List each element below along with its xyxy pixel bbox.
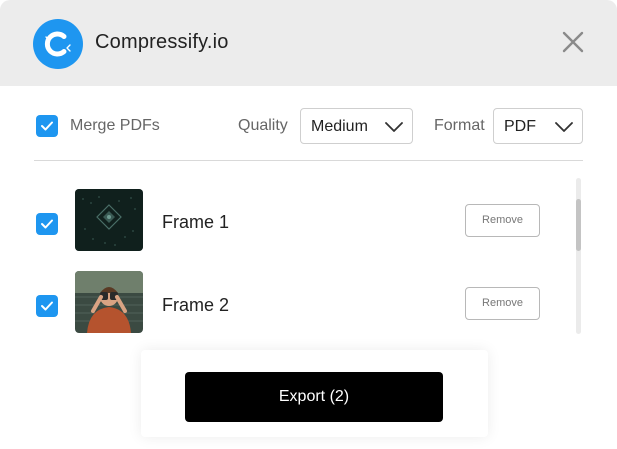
file-row: Frame 1 Remove <box>0 185 600 255</box>
file-name: Frame 1 <box>162 212 230 232</box>
quality-select[interactable]: Medium <box>300 108 413 144</box>
format-value: PDF <box>504 118 536 135</box>
format-label: Format <box>434 117 485 134</box>
dark-pattern-thumbnail <box>75 189 143 251</box>
person-binoculars-thumbnail <box>75 271 143 333</box>
merge-pdfs-checkbox[interactable] <box>36 115 58 137</box>
file-checkbox[interactable] <box>36 213 58 235</box>
chevron-down-icon <box>385 120 403 138</box>
close-icon[interactable] <box>561 30 585 54</box>
quality-value: Medium <box>311 118 368 135</box>
toolbar-divider <box>34 160 583 161</box>
file-name: Frame 2 <box>162 295 230 315</box>
chevron-down-icon <box>555 120 573 138</box>
export-button[interactable]: Export (2) <box>185 372 443 422</box>
compress-logo-icon <box>33 19 83 69</box>
compressify-dialog: Compressify.io Merge PDFs Quality Medium… <box>0 0 617 449</box>
quality-label: Quality <box>238 117 288 134</box>
scrollbar-thumb[interactable] <box>576 199 581 251</box>
app-title: Compressify.io <box>95 31 229 53</box>
merge-pdfs-label: Merge PDFs <box>70 117 160 134</box>
format-select[interactable]: PDF <box>493 108 583 144</box>
file-checkbox[interactable] <box>36 295 58 317</box>
file-row: Frame 2 Remove <box>0 268 600 338</box>
remove-button[interactable]: Remove <box>465 287 540 320</box>
remove-button[interactable]: Remove <box>465 204 540 237</box>
dialog-header: Compressify.io <box>0 0 617 86</box>
